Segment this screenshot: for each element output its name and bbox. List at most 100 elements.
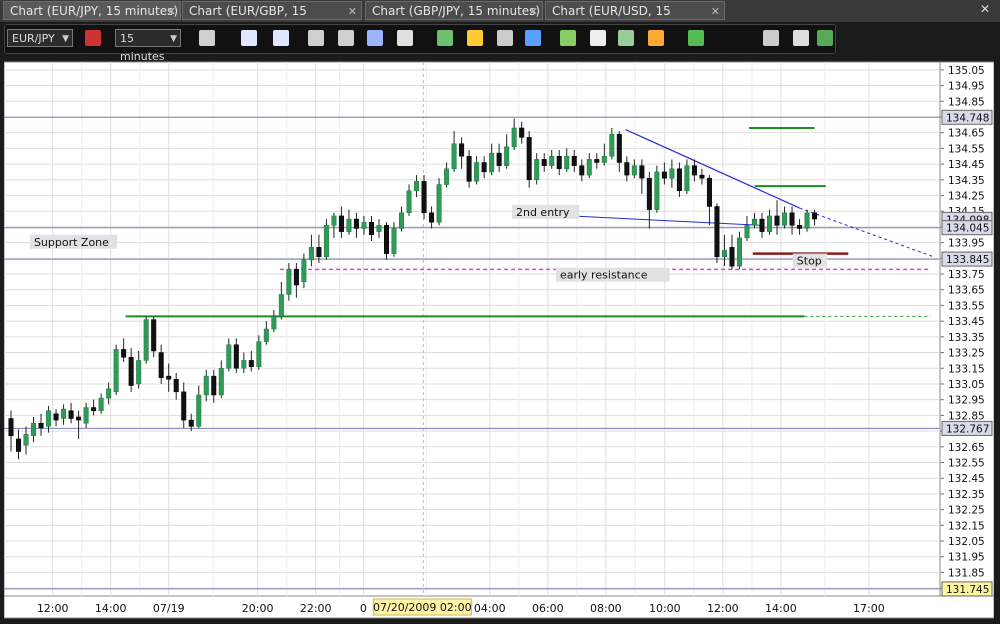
candle-body[interactable] bbox=[83, 407, 89, 424]
eye-icon[interactable] bbox=[497, 30, 513, 46]
candle-body[interactable] bbox=[616, 133, 622, 163]
candle-body[interactable] bbox=[526, 137, 532, 181]
symbol-select[interactable]: EUR/JPY ▼ bbox=[7, 29, 73, 47]
candle-body[interactable] bbox=[594, 159, 600, 163]
candle-body[interactable] bbox=[8, 418, 14, 437]
candle-body[interactable] bbox=[188, 419, 194, 427]
close-icon[interactable]: ✕ bbox=[529, 2, 538, 21]
candle-body[interactable] bbox=[91, 407, 97, 411]
person-2-icon[interactable] bbox=[338, 30, 354, 46]
candle-body[interactable] bbox=[782, 212, 788, 226]
candle-body[interactable] bbox=[121, 349, 127, 358]
candle-body[interactable] bbox=[699, 174, 705, 179]
candle-body[interactable] bbox=[263, 328, 269, 342]
window-close-icon[interactable]: ✕ bbox=[980, 2, 990, 16]
candle-body[interactable] bbox=[414, 181, 420, 192]
layout-1-icon[interactable] bbox=[241, 30, 257, 46]
candle-body[interactable] bbox=[736, 237, 742, 267]
zoom-icon[interactable] bbox=[437, 30, 453, 46]
person-1-icon[interactable] bbox=[308, 30, 324, 46]
candle-body[interactable] bbox=[789, 212, 795, 226]
candle-body[interactable] bbox=[534, 159, 540, 181]
candle-body[interactable] bbox=[676, 168, 682, 192]
candle-body[interactable] bbox=[241, 360, 247, 369]
candle-body[interactable] bbox=[549, 155, 555, 166]
image-icon[interactable] bbox=[560, 30, 576, 46]
candle-body[interactable] bbox=[53, 413, 59, 421]
candle-body[interactable] bbox=[211, 375, 217, 396]
candle-body[interactable] bbox=[368, 221, 374, 236]
candle-body[interactable] bbox=[286, 269, 292, 295]
candle-body[interactable] bbox=[361, 221, 367, 229]
candle-body[interactable] bbox=[519, 127, 525, 138]
candle-body[interactable] bbox=[661, 171, 667, 179]
candle-body[interactable] bbox=[639, 165, 645, 179]
candle-body[interactable] bbox=[76, 416, 82, 421]
candle-body[interactable] bbox=[218, 368, 224, 396]
candle-body[interactable] bbox=[113, 349, 119, 393]
candle-body[interactable] bbox=[399, 212, 405, 229]
candle-body[interactable] bbox=[106, 388, 112, 399]
label-icon[interactable] bbox=[763, 30, 779, 46]
link-icon[interactable] bbox=[85, 30, 101, 46]
candle-body[interactable] bbox=[181, 391, 187, 421]
close-icon[interactable]: ✕ bbox=[711, 2, 720, 21]
candle-body[interactable] bbox=[136, 360, 142, 385]
candle-body[interactable] bbox=[233, 344, 239, 369]
candle-body[interactable] bbox=[496, 152, 502, 166]
candle-body[interactable] bbox=[504, 146, 510, 166]
candle-body[interactable] bbox=[459, 143, 465, 157]
candle-body[interactable] bbox=[301, 259, 307, 283]
candle-body[interactable] bbox=[429, 212, 435, 223]
candle-body[interactable] bbox=[151, 319, 157, 352]
eraser-icon[interactable] bbox=[793, 30, 809, 46]
candle-body[interactable] bbox=[98, 397, 104, 411]
candle-body[interactable] bbox=[346, 218, 352, 232]
candle-body[interactable] bbox=[729, 247, 735, 267]
candle-body[interactable] bbox=[323, 225, 329, 258]
candle-body[interactable] bbox=[353, 218, 359, 229]
candle-body[interactable] bbox=[166, 375, 172, 380]
tab-eurusd[interactable]: Chart (EUR/USD, 15 minutes) ✕ bbox=[545, 1, 725, 37]
candle-body[interactable] bbox=[383, 225, 390, 254]
candle-body[interactable] bbox=[714, 206, 720, 258]
globe-icon[interactable] bbox=[525, 30, 541, 46]
candle-body[interactable] bbox=[143, 319, 149, 361]
candle-body[interactable] bbox=[556, 155, 562, 170]
candle-body[interactable] bbox=[444, 168, 450, 185]
candle-body[interactable] bbox=[654, 171, 660, 210]
candle-body[interactable] bbox=[797, 225, 803, 229]
candle-body[interactable] bbox=[226, 344, 232, 369]
pencil-icon[interactable] bbox=[467, 30, 483, 46]
close-icon[interactable]: ✕ bbox=[348, 2, 357, 21]
candle-body[interactable] bbox=[38, 422, 44, 429]
candle-body[interactable] bbox=[669, 168, 675, 179]
tab-eurjpy[interactable]: Chart (EUR/JPY, 15 minutes) ✕ bbox=[3, 1, 181, 20]
candle-body[interactable] bbox=[684, 165, 690, 192]
candle-body[interactable] bbox=[631, 165, 637, 176]
tab-gbpjpy[interactable]: Chart (GBP/JPY, 15 minutes) ✕ bbox=[365, 1, 543, 20]
layers-icon[interactable] bbox=[817, 30, 833, 46]
candle-body[interactable] bbox=[376, 225, 382, 232]
candle-body[interactable] bbox=[256, 341, 262, 367]
candle-body[interactable] bbox=[586, 159, 592, 176]
candle-body[interactable] bbox=[474, 162, 480, 182]
candlestick-chart[interactable]: 135.05134.95134.85134.75134.65134.55134.… bbox=[4, 60, 994, 620]
candle-body[interactable] bbox=[271, 316, 277, 330]
candle-body[interactable] bbox=[68, 410, 74, 419]
candle-body[interactable] bbox=[248, 360, 254, 367]
candle-body[interactable] bbox=[316, 247, 322, 258]
candle-body[interactable] bbox=[624, 162, 630, 176]
candle-body[interactable] bbox=[278, 294, 284, 317]
candle-body[interactable] bbox=[23, 433, 29, 446]
chart-type-icon[interactable] bbox=[199, 30, 215, 46]
candle-body[interactable] bbox=[571, 155, 577, 166]
candle-body[interactable] bbox=[338, 215, 344, 232]
candle-body[interactable] bbox=[751, 218, 757, 226]
candle-body[interactable] bbox=[308, 247, 314, 261]
candle-body[interactable] bbox=[203, 375, 209, 396]
candle-body[interactable] bbox=[541, 159, 547, 166]
text-icon[interactable] bbox=[590, 30, 606, 46]
candle-body[interactable] bbox=[451, 143, 457, 170]
candle-body[interactable] bbox=[421, 181, 427, 214]
